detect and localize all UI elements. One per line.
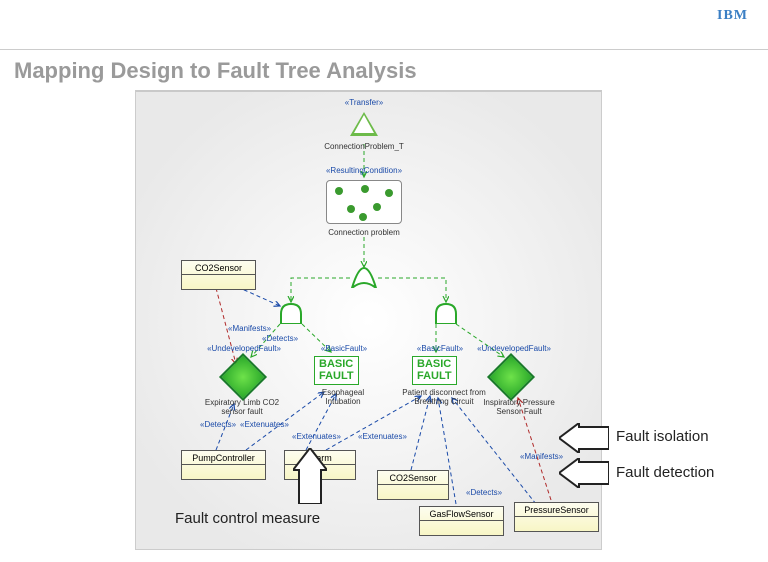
undev-right-label: Inspiratory Pressure Sensor Fault: [474, 398, 564, 416]
edge-extenuates-3: «Extenuates»: [358, 432, 407, 441]
basic-left-label: Esophageal Intubation: [308, 388, 378, 406]
transfer-gate-icon: [350, 112, 378, 136]
edge-extenuates-1: «Extenuates»: [240, 420, 289, 429]
arrow-fault-detection: [559, 458, 609, 488]
basic-fault-left: BASIC FAULT: [314, 356, 359, 385]
edge-manifests-1: «Manifests»: [228, 324, 271, 333]
class-pressuresensor[interactable]: PressureSensor: [514, 502, 599, 532]
arrow-fault-isolation: [559, 423, 609, 453]
edge-detects-4: «Detects»: [466, 488, 502, 497]
edge-manifests-2: «Manifests»: [520, 452, 563, 461]
basic-fault-line1: BASIC: [319, 358, 353, 370]
class-co2sensor-bottom[interactable]: CO2Sensor: [377, 470, 449, 500]
basic-fault-line2: FAULT: [417, 370, 452, 382]
stereo-resulting-condition: «ResultingCondition»: [318, 166, 410, 175]
class-pumpcontroller[interactable]: PumpController: [181, 450, 266, 480]
basic-fault-right: BASIC FAULT: [412, 356, 457, 385]
condition-box: [326, 180, 402, 224]
callout-fault-detection: Fault detection: [616, 464, 714, 481]
class-title: CO2Sensor: [182, 261, 255, 275]
class-gasflowsensor[interactable]: GasFlowSensor: [419, 506, 504, 536]
diamond-undev-right: [487, 353, 535, 401]
edge-detects-2: «Detects»: [200, 420, 236, 429]
ibm-logo: IBM: [717, 8, 748, 24]
undev-left-label: Expiratory Limb CO2 sensor fault: [192, 398, 292, 416]
class-title: CO2Sensor: [378, 471, 448, 485]
class-co2sensor-top[interactable]: CO2Sensor: [181, 260, 256, 290]
stereo-basic-left: «BasicFault»: [312, 344, 376, 353]
stereo-basic-right: «BasicFault»: [408, 344, 472, 353]
or-gate-top: [350, 264, 378, 288]
basic-fault-line1: BASIC: [417, 358, 451, 370]
basic-fault-line2: FAULT: [319, 370, 354, 382]
diamond-undev-left: [219, 353, 267, 401]
diagram-connectors: [136, 92, 603, 552]
arrow-fault-control: [293, 448, 327, 504]
page-title: Mapping Design to Fault Tree Analysis: [14, 58, 417, 84]
class-title: PressureSensor: [515, 503, 598, 517]
header-bar: IBM: [0, 0, 768, 50]
diagram-frame: «Transfer» ConnectionProblem_T «Resultin…: [135, 90, 602, 550]
and-gate-right: [434, 302, 458, 324]
stereo-undev-left: «UndevelopedFault»: [198, 344, 290, 353]
stereo-transfer: «Transfer»: [336, 98, 392, 107]
edge-extenuates-2: «Extenuates»: [292, 432, 341, 441]
transfer-label: ConnectionProblem_T: [308, 142, 420, 151]
condition-label: Connection problem: [326, 228, 402, 237]
class-title: GasFlowSensor: [420, 507, 503, 521]
stereo-undev-right: «UndevelopedFault»: [468, 344, 560, 353]
callout-fault-isolation: Fault isolation: [616, 428, 709, 445]
edge-detects-1: «Detects»: [262, 334, 298, 343]
and-gate-left: [279, 302, 303, 324]
callout-fault-control: Fault control measure: [175, 510, 320, 527]
class-title: PumpController: [182, 451, 265, 465]
